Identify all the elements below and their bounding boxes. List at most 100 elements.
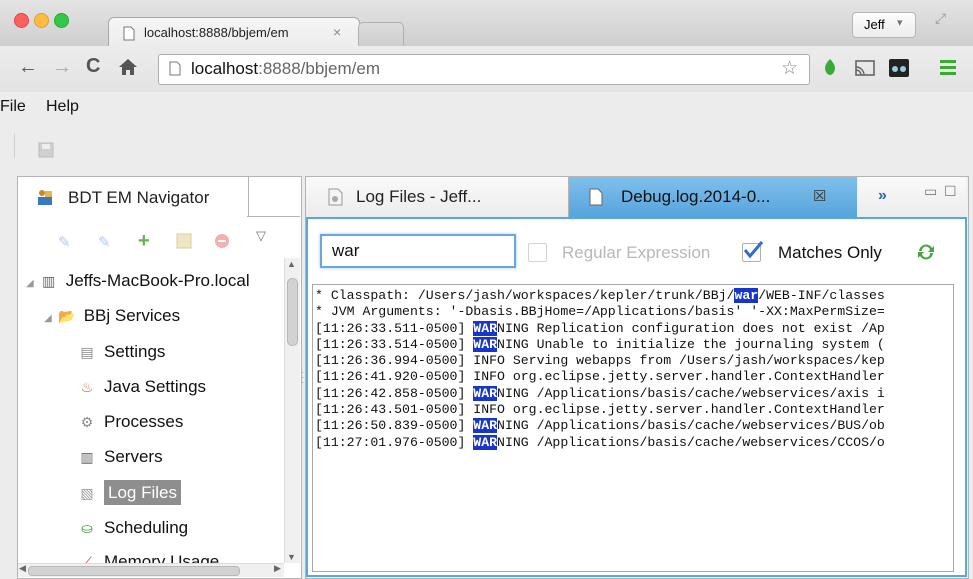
menu-file[interactable]: File	[0, 98, 26, 116]
horizontal-scroll-thumb[interactable]	[28, 566, 240, 576]
reload-icon[interactable]: C	[86, 55, 100, 78]
page-icon	[169, 61, 181, 81]
search-match-highlight: WAR	[473, 418, 498, 434]
refresh-icon[interactable]	[916, 243, 936, 266]
tab-log-files[interactable]: Log Files - Jeff...	[306, 177, 569, 217]
search-match-highlight: WAR	[473, 336, 498, 352]
tab-debug-log[interactable]: Debug.log.2014-0... ☒	[569, 177, 857, 217]
browser-tab-active[interactable]: localhost:8888/bbjem/em ×	[108, 17, 360, 47]
tab-close-icon[interactable]: ×	[333, 24, 341, 40]
address-bar[interactable]: localhost:8888/bbjem/em ☆	[158, 54, 810, 85]
tree-item-log-files[interactable]: ▧ Log Files	[78, 480, 181, 506]
log-line: [11:27:01.976-0500] WARNING /Application…	[315, 434, 885, 450]
url-host: localhost	[191, 59, 259, 78]
tree-item-label: Scheduling	[104, 518, 189, 537]
regex-checkbox[interactable]	[528, 243, 547, 262]
edit-icon[interactable]	[176, 233, 192, 254]
view-menu-icon[interactable]: ▽	[256, 228, 266, 244]
log-line: [11:26:33.511-0500] WARNING Replication …	[315, 320, 885, 336]
tree-item-servers[interactable]: ▥ Servers	[78, 444, 163, 470]
tree-host-label: Jeffs-MacBook-Pro.local	[65, 271, 250, 290]
scroll-down-icon[interactable]: ▼	[287, 552, 296, 562]
search-input[interactable]	[320, 234, 516, 268]
tree-item-processes[interactable]: ⚙ Processes	[78, 409, 184, 435]
server-icon: ▥	[42, 273, 56, 289]
tree-item-label: Java Settings	[104, 377, 207, 396]
search-match-highlight: WAR	[473, 434, 498, 450]
tree-group-bbj-services[interactable]: ◢ 📂 BBj Services	[44, 303, 180, 329]
tree-item-label: Settings	[104, 342, 166, 361]
collapse-arrow-icon[interactable]: ◢	[44, 313, 52, 324]
log-line: [11:26:43.501-0500] INFO org.eclipse.jet…	[315, 402, 885, 418]
new-tab-button[interactable]	[358, 22, 404, 46]
chart-icon: ⟋	[82, 554, 92, 563]
tree-host[interactable]: ◢ ▥ Jeffs-MacBook-Pro.local	[26, 268, 250, 294]
tree-item-label: Servers	[104, 447, 163, 466]
tab-label: Debug.log.2014-0...	[621, 187, 771, 206]
minimize-icon[interactable]: ▭	[924, 183, 937, 200]
add-icon[interactable]: +	[138, 230, 150, 253]
tab-overflow-area: » ▭ ☐	[858, 177, 966, 217]
save-icon[interactable]	[38, 142, 54, 163]
log-file-icon: ▧	[80, 485, 94, 501]
log-text-area[interactable]: * Classpath: /Users/jash/workspaces/kepl…	[312, 284, 954, 572]
zoom-window-button[interactable]	[54, 13, 69, 28]
minimize-window-button[interactable]	[34, 13, 49, 28]
back-arrow-icon[interactable]: ←	[18, 56, 38, 79]
tab-close-icon[interactable]: ☒	[813, 187, 826, 205]
disconnect-icon[interactable]: ✎	[98, 233, 111, 251]
profile-name: Jeff	[864, 17, 885, 32]
navigator-icon	[36, 188, 54, 211]
url-path: :8888/bbjem/em	[258, 59, 381, 78]
tab-divider	[247, 216, 300, 217]
tab-label: Log Files - Jeff...	[356, 187, 482, 206]
page-icon	[123, 26, 135, 44]
splitter-handle[interactable]: · · ·	[301, 368, 304, 388]
tree-item-label: Processes	[104, 412, 184, 431]
profile-button[interactable]: Jeff ▾	[852, 12, 916, 38]
remove-icon[interactable]	[214, 233, 230, 254]
java-icon: ♨	[80, 379, 94, 395]
app-toolbar	[0, 122, 973, 172]
matches-only-checkbox[interactable]	[742, 241, 764, 262]
tree-item-java-settings[interactable]: ♨ Java Settings	[78, 374, 206, 400]
scheduling-icon: ⛀	[81, 520, 93, 536]
more-tabs-chevron-icon[interactable]: »	[878, 187, 887, 205]
navigator-title: BDT EM Navigator	[68, 188, 210, 207]
search-match-highlight: war	[734, 288, 759, 303]
bookmark-star-icon[interactable]: ☆	[781, 57, 798, 80]
extension-mask-icon[interactable]	[888, 58, 910, 83]
scroll-up-icon[interactable]: ▲	[287, 259, 296, 269]
tree-item-label: Log Files	[104, 480, 181, 505]
maximize-icon[interactable]: ☐	[944, 183, 957, 200]
collapse-arrow-icon[interactable]: ◢	[26, 278, 34, 289]
scroll-left-icon[interactable]: ◀	[19, 563, 26, 574]
menu-help[interactable]: Help	[46, 98, 79, 116]
chrome-menu-icon[interactable]	[940, 58, 956, 81]
forward-arrow-icon[interactable]: →	[52, 56, 72, 79]
log-line: [11:26:36.994-0500] INFO Serving webapps…	[315, 353, 885, 369]
tree-group-label: BBj Services	[83, 306, 181, 325]
log-line: [11:26:50.839-0500] WARNING /Application…	[315, 418, 885, 434]
tree-item-memory-usage[interactable]: ⟋ Memory Usage	[78, 549, 219, 563]
vertical-scroll-thumb[interactable]	[287, 278, 298, 346]
scroll-right-icon[interactable]: ▶	[274, 563, 281, 574]
settings-icon: ▤	[80, 344, 94, 360]
regex-label: Regular Expression	[562, 243, 711, 262]
browser-tab-title: localhost:8888/bbjem/em	[144, 25, 289, 40]
chevron-down-icon: ▾	[897, 17, 903, 29]
checkmark-icon	[743, 241, 764, 259]
close-window-button[interactable]	[14, 13, 29, 28]
navigator-tab[interactable]: BDT EM Navigator	[17, 176, 249, 217]
extension-leaf-icon[interactable]	[822, 58, 838, 83]
tree-item-scheduling[interactable]: ⛀ Scheduling	[78, 515, 188, 541]
log-line: [11:26:41.920-0500] INFO org.eclipse.jet…	[315, 369, 885, 385]
cast-icon[interactable]	[854, 60, 876, 82]
log-file-icon	[328, 188, 344, 211]
search-match-highlight: WAR	[473, 320, 498, 336]
tree-item-settings[interactable]: ▤ Settings	[78, 339, 165, 365]
connect-icon[interactable]: ✎	[58, 233, 71, 251]
fullscreen-icon[interactable]: ⤢	[935, 10, 946, 27]
document-icon	[589, 188, 603, 211]
home-icon[interactable]	[118, 58, 138, 81]
